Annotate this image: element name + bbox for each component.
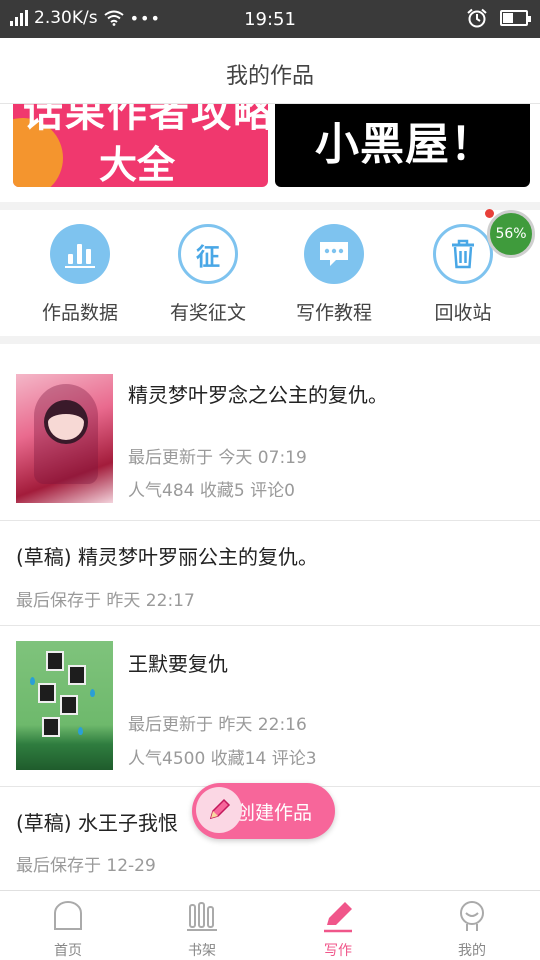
draft-saved: 最后保存于 昨天 22:17 <box>16 591 195 611</box>
bottom-nav: 首页 书架 写作 我的 <box>0 890 540 960</box>
draft-saved: 最后保存于 12-29 <box>16 856 156 876</box>
work-cover-image <box>16 374 113 503</box>
quick-action-contest[interactable]: 征 有奖征文 <box>158 224 258 325</box>
status-bar: 2.30K/s ••• 19:51 <box>0 0 540 38</box>
work-updated: 最后更新于 昨天 22:16 <box>128 715 307 735</box>
section-divider <box>0 202 540 210</box>
nav-home[interactable]: 首页 <box>28 899 108 960</box>
nav-label: 我的 <box>458 943 486 959</box>
chat-bubble-icon <box>304 224 364 284</box>
nav-bookshelf[interactable]: 书架 <box>162 899 242 960</box>
zheng-badge-icon: 征 <box>178 224 238 284</box>
work-stats: 人气4500 收藏14 评论3 <box>128 749 317 769</box>
create-work-label: 创建作品 <box>236 801 313 824</box>
nav-label: 写作 <box>324 943 352 959</box>
profile-icon <box>460 901 484 931</box>
create-work-button[interactable]: 创建作品 <box>192 783 335 839</box>
trash-icon <box>433 224 493 284</box>
banner-carousel[interactable]: 话果作者攻略 大全 小黑屋！ <box>0 104 540 202</box>
quick-action-label: 有奖征文 <box>169 302 246 324</box>
banner-left-line1: 话果作者攻略 <box>23 104 268 136</box>
bar-chart-icon <box>50 224 110 284</box>
quick-action-label: 写作教程 <box>295 302 372 324</box>
section-divider <box>0 336 540 344</box>
write-pencil-icon <box>324 902 352 933</box>
pencil-icon <box>196 787 242 833</box>
banner-right-text: 小黑屋！ <box>315 119 495 170</box>
status-right <box>466 8 531 28</box>
alarm-icon <box>467 8 487 28</box>
page-title: 我的作品 <box>225 64 314 89</box>
bookshelf-icon <box>187 902 217 931</box>
work-item[interactable]: 王默要复仇 最后更新于 昨天 22:16 人气4500 收藏14 评论3 <box>0 626 540 787</box>
quick-action-tutorial[interactable]: 写作教程 <box>284 224 384 325</box>
work-item[interactable]: 精灵梦叶罗念之公主的复仇。 最后更新于 今天 07:19 人气484 收藏5 评… <box>0 345 540 521</box>
work-cover-image <box>16 641 113 770</box>
nav-write[interactable]: 写作 <box>298 899 378 960</box>
work-title: 精灵梦叶罗念之公主的复仇。 <box>128 383 388 407</box>
work-title: 王默要复仇 <box>128 652 228 676</box>
draft-title: (草稿) 水王子我恨 <box>16 811 178 835</box>
banner-blackroom[interactable]: 小黑屋！ <box>275 104 530 187</box>
quick-action-label: 回收站 <box>434 302 492 324</box>
draft-item[interactable]: (草稿) 精灵梦叶罗丽公主的复仇。 最后保存于 昨天 22:17 <box>0 521 540 626</box>
battery-fill <box>503 13 513 23</box>
progress-badge[interactable]: 56% <box>487 210 535 258</box>
work-stats: 人气484 收藏5 评论0 <box>128 481 295 501</box>
nav-profile[interactable]: 我的 <box>432 899 512 960</box>
quick-action-label: 作品数据 <box>41 302 118 324</box>
draft-title: (草稿) 精灵梦叶罗丽公主的复仇。 <box>16 545 318 569</box>
quick-actions: 作品数据 征 有奖征文 写作教程 回收站 <box>0 210 540 336</box>
quick-action-work-data[interactable]: 作品数据 <box>30 224 130 325</box>
battery-icon <box>500 10 531 26</box>
banner-author-guide[interactable]: 话果作者攻略 大全 <box>13 104 268 187</box>
work-updated: 最后更新于 今天 07:19 <box>128 448 307 468</box>
banner-left-line2: 大全 <box>99 143 176 187</box>
home-icon <box>54 901 82 930</box>
app-header: 我的作品 <box>0 38 540 104</box>
zheng-glyph: 征 <box>196 242 220 271</box>
nav-label: 书架 <box>188 943 216 959</box>
status-time: 19:51 <box>244 9 296 30</box>
nav-label: 首页 <box>54 943 82 959</box>
